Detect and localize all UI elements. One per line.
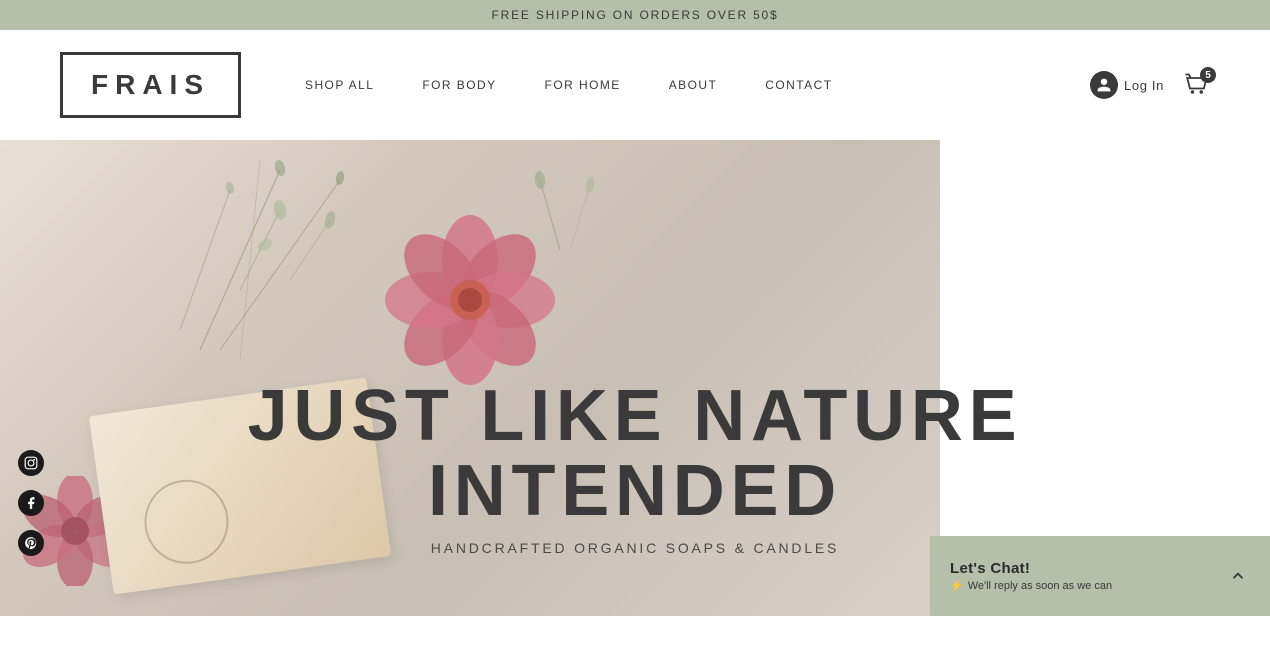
chat-subtitle-text: We'll reply as soon as we can: [968, 580, 1112, 592]
facebook-svg: [24, 496, 38, 510]
pinterest-svg: [24, 536, 38, 550]
chat-text-area: Let's Chat! ⚡ We'll reply as soon as we …: [950, 560, 1214, 592]
hero-headline: JUST LIKE NATURE INTENDED: [185, 379, 1085, 530]
lightning-icon: ⚡: [950, 579, 964, 592]
nav-contact[interactable]: CONTACT: [741, 78, 856, 92]
header: FRAIS SHOP ALL FOR BODY FOR HOME ABOUT C…: [0, 30, 1270, 140]
logo-box: FRAIS: [60, 52, 241, 118]
chat-chevron-button[interactable]: [1226, 564, 1250, 588]
logo-container[interactable]: FRAIS: [60, 52, 241, 118]
nav-shop-all[interactable]: SHOP ALL: [281, 78, 398, 92]
flower-pink: [370, 200, 570, 400]
hero-text: JUST LIKE NATURE INTENDED HANDCRAFTED OR…: [185, 379, 1085, 556]
social-sidebar: [18, 450, 44, 556]
top-banner: FREE SHIPPING ON ORDERS OVER 50$: [0, 0, 1270, 30]
login-button[interactable]: Log In: [1090, 71, 1164, 99]
instagram-icon[interactable]: [18, 450, 44, 476]
user-icon: [1090, 71, 1118, 99]
facebook-icon[interactable]: [18, 490, 44, 516]
botanical-top-right: [500, 170, 620, 250]
pinterest-icon[interactable]: [18, 530, 44, 556]
login-label: Log In: [1124, 78, 1164, 93]
hero-section: JUST LIKE NATURE INTENDED HANDCRAFTED OR…: [0, 140, 1270, 616]
cart-button[interactable]: 5: [1182, 71, 1210, 99]
chat-title: Let's Chat!: [950, 560, 1214, 577]
hero-headline-line2: INTENDED: [185, 454, 1085, 530]
nav-for-home[interactable]: FOR HOME: [521, 78, 645, 92]
main-nav: SHOP ALL FOR BODY FOR HOME ABOUT CONTACT: [281, 78, 1090, 92]
chat-subtitle: ⚡ We'll reply as soon as we can: [950, 579, 1214, 592]
botanical-deco-1: [80, 150, 430, 370]
header-right: Log In 5: [1090, 71, 1210, 99]
banner-text: FREE SHIPPING ON ORDERS OVER 50$: [492, 8, 779, 22]
chat-widget[interactable]: Let's Chat! ⚡ We'll reply as soon as we …: [930, 536, 1270, 616]
cart-badge: 5: [1200, 67, 1216, 83]
instagram-svg: [24, 456, 38, 470]
botanical-sprigs: [200, 190, 380, 310]
logo-text: FRAIS: [91, 69, 210, 100]
chevron-up-icon: [1229, 567, 1247, 585]
hero-headline-line1: JUST LIKE NATURE: [185, 379, 1085, 455]
nav-for-body[interactable]: FOR BODY: [398, 78, 520, 92]
nav-about[interactable]: ABOUT: [645, 78, 742, 92]
user-icon-svg: [1096, 77, 1112, 93]
